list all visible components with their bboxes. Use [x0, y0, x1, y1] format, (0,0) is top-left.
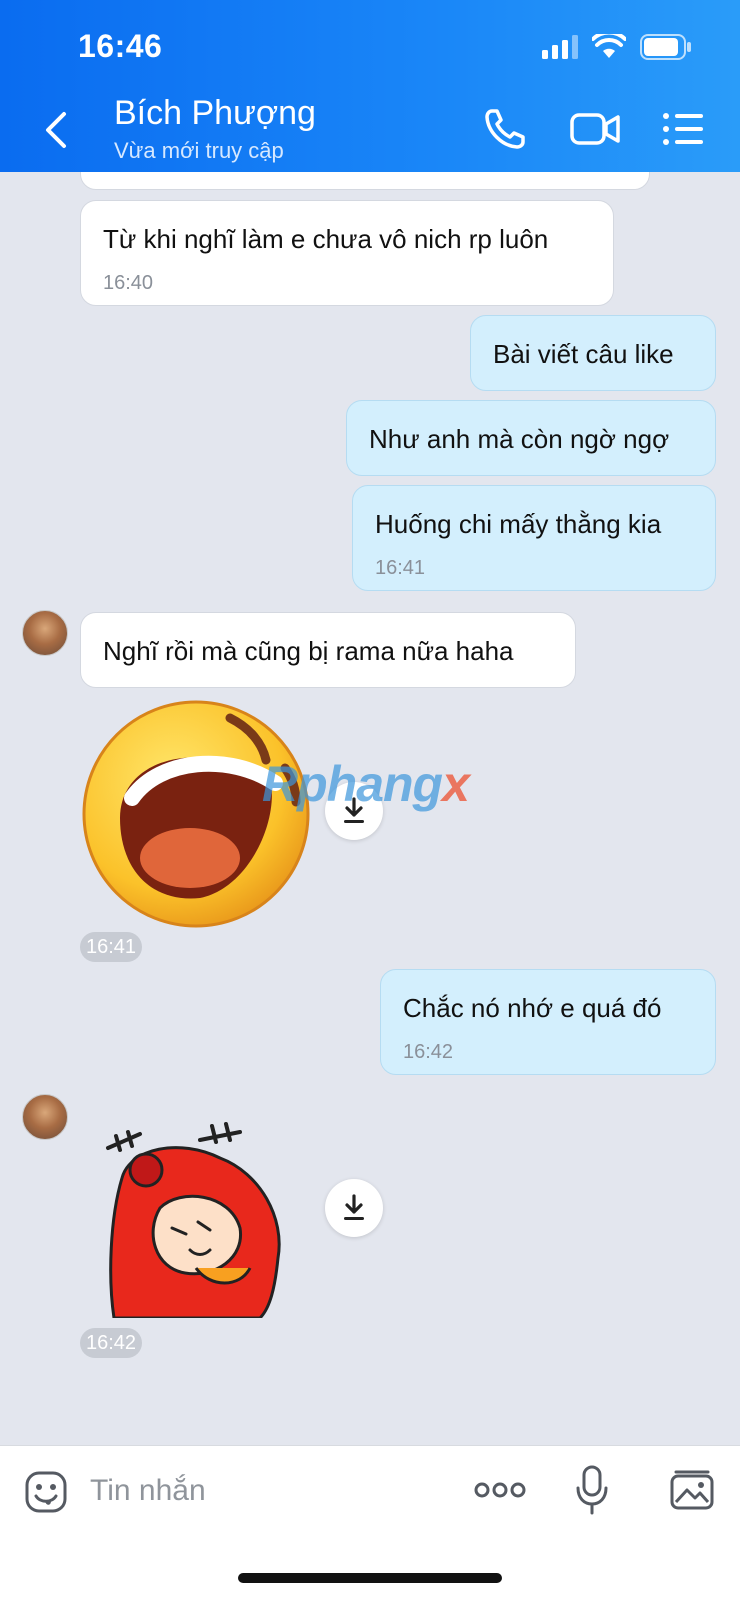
more-dots-icon	[474, 1482, 526, 1498]
voice-call-button[interactable]	[480, 106, 530, 152]
laughing-face-sticker[interactable]	[80, 698, 312, 930]
phone-icon	[485, 109, 525, 149]
message-bubble-outgoing[interactable]: Huống chi mấy thằng kia 16:41	[352, 485, 716, 591]
message-text: Bài viết câu like	[493, 339, 674, 369]
message-text: Huống chi mấy thằng kia	[375, 509, 662, 539]
more-options-button[interactable]	[474, 1480, 526, 1505]
image-picker-button[interactable]	[668, 1468, 716, 1517]
signal-icon	[542, 35, 578, 59]
message-input[interactable]: Tin nhắn	[90, 1474, 206, 1508]
status-time: 16:46	[78, 28, 163, 64]
message-bubble-outgoing[interactable]: Bài viết câu like	[470, 315, 716, 391]
chat-options-button[interactable]	[658, 106, 708, 152]
message-time: 16:42	[80, 1328, 143, 1358]
contact-avatar[interactable]	[22, 1094, 68, 1140]
chat-header: 16:46 Bích Phượng Vừa mới truy cập	[0, 0, 740, 172]
message-list[interactable]: Từ khi nghĩ làm e chưa vô nich rp luôn 1…	[0, 172, 740, 1445]
message-bubble-partial[interactable]	[80, 172, 650, 190]
chevron-left-icon	[46, 112, 66, 148]
wifi-icon	[592, 34, 626, 58]
red-monkey-sticker[interactable]	[100, 1118, 290, 1318]
message-text: Chắc nó nhớ e quá đó	[403, 993, 662, 1023]
video-camera-icon	[570, 113, 620, 145]
contact-name[interactable]: Bích Phượng	[114, 94, 316, 133]
message-time: 16:41	[80, 932, 143, 962]
image-gallery-icon	[670, 1470, 714, 1510]
message-time: 16:40	[103, 272, 154, 294]
home-indicator[interactable]	[238, 1573, 502, 1583]
message-text: Nghĩ rồi mà cũng bị rama nữa haha	[103, 636, 514, 666]
emoji-sticker-icon	[25, 1471, 67, 1513]
download-button[interactable]	[325, 1179, 383, 1237]
message-time: 16:42	[403, 1041, 454, 1063]
message-bubble-incoming[interactable]: Nghĩ rồi mà cũng bị rama nữa haha	[80, 612, 576, 688]
message-bubble-outgoing[interactable]: Như anh mà còn ngờ ngợ	[346, 400, 716, 476]
message-bubble-incoming[interactable]: Từ khi nghĩ làm e chưa vô nich rp luôn 1…	[80, 200, 614, 306]
microphone-icon	[576, 1465, 608, 1515]
message-text: Từ khi nghĩ làm e chưa vô nich rp luôn	[103, 224, 549, 254]
contact-status: Vừa mới truy cập	[114, 138, 284, 163]
video-call-button[interactable]	[566, 106, 624, 152]
message-text: Như anh mà còn ngờ ngợ	[369, 424, 670, 454]
status-icons	[542, 34, 692, 60]
message-time: 16:41	[375, 557, 426, 579]
voice-message-button[interactable]	[574, 1464, 610, 1521]
message-bubble-outgoing[interactable]: Chắc nó nhớ e quá đó 16:42	[380, 969, 716, 1075]
contact-avatar[interactable]	[22, 610, 68, 656]
sticker-button[interactable]	[24, 1470, 68, 1519]
back-button[interactable]	[36, 108, 76, 152]
battery-icon	[640, 34, 691, 60]
download-icon	[344, 1194, 364, 1220]
list-menu-icon	[663, 113, 703, 145]
watermark: Rphangx	[262, 756, 470, 812]
